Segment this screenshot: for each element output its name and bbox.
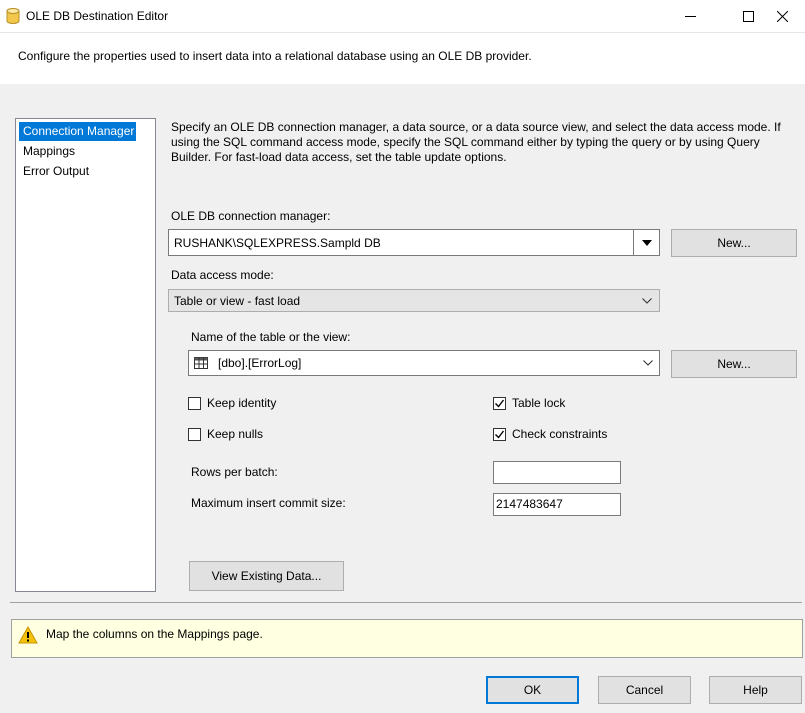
help-button[interactable]: Help <box>709 676 802 704</box>
data-access-mode-value: Table or view - fast load <box>174 293 301 308</box>
ok-button[interactable]: OK <box>486 676 579 704</box>
checkmark-icon <box>495 430 505 439</box>
header-description: Configure the properties used to insert … <box>18 49 532 63</box>
keep-nulls-checkbox[interactable] <box>188 428 201 441</box>
data-access-mode-label: Data access mode: <box>171 268 274 282</box>
separator <box>10 602 802 603</box>
triangle-down-icon <box>641 239 652 246</box>
warning-icon <box>18 626 38 644</box>
table-lock-checkbox[interactable] <box>493 397 506 410</box>
table-icon <box>194 357 208 369</box>
max-commit-size-label: Maximum insert commit size: <box>191 496 346 510</box>
maximize-icon <box>742 10 754 22</box>
chevron-down-icon <box>642 297 652 304</box>
minimize-icon <box>684 15 696 17</box>
keep-identity-label: Keep identity <box>207 396 277 410</box>
table-lock-label: Table lock <box>512 396 566 410</box>
connection-manager-label: OLE DB connection manager: <box>171 209 331 223</box>
connection-manager-dropdown-button[interactable] <box>633 230 659 255</box>
max-commit-size-input[interactable]: 2147483647 <box>493 493 621 516</box>
check-constraints-label: Check constraints <box>512 427 608 441</box>
window-title: OLE DB Destination Editor <box>26 9 169 23</box>
check-constraints-checkbox[interactable] <box>493 428 506 441</box>
rows-per-batch-input[interactable] <box>493 461 621 484</box>
keep-nulls-label: Keep nulls <box>207 427 264 441</box>
data-access-mode-dropdown-button[interactable] <box>637 290 657 311</box>
nav-item-connection-manager[interactable]: Connection Manager <box>19 122 136 141</box>
table-name-label: Name of the table or the view: <box>191 330 351 344</box>
minimize-button[interactable] <box>667 0 713 32</box>
cancel-button[interactable]: Cancel <box>598 676 691 704</box>
new-connection-button[interactable]: New... <box>671 229 797 257</box>
chevron-down-icon <box>643 360 653 366</box>
close-icon <box>776 10 788 22</box>
table-name-combo[interactable]: [dbo].[ErrorLog] <box>188 350 660 376</box>
table-name-dropdown-button[interactable] <box>638 351 658 375</box>
database-icon <box>6 8 20 24</box>
new-table-button[interactable]: New... <box>671 350 797 378</box>
checkmark-icon <box>495 399 505 408</box>
connection-manager-combo[interactable]: RUSHANK\SQLEXPRESS.Sampld DB <box>168 229 660 256</box>
view-existing-data-button[interactable]: View Existing Data... <box>189 561 344 591</box>
data-access-mode-combo[interactable]: Table or view - fast load <box>168 289 660 312</box>
close-button[interactable] <box>759 0 805 32</box>
rows-per-batch-label: Rows per batch: <box>191 465 278 479</box>
message-text: Map the columns on the Mappings page. <box>46 627 263 641</box>
connection-manager-value: RUSHANK\SQLEXPRESS.Sampld DB <box>174 235 381 250</box>
page-navigation: Connection Manager Mappings Error Output <box>15 118 156 592</box>
nav-item-mappings[interactable]: Mappings <box>19 142 79 161</box>
table-name-value: [dbo].[ErrorLog] <box>218 356 302 370</box>
page-description: Specify an OLE DB connection manager, a … <box>171 120 781 164</box>
keep-identity-checkbox[interactable] <box>188 397 201 410</box>
nav-item-error-output[interactable]: Error Output <box>19 162 93 181</box>
